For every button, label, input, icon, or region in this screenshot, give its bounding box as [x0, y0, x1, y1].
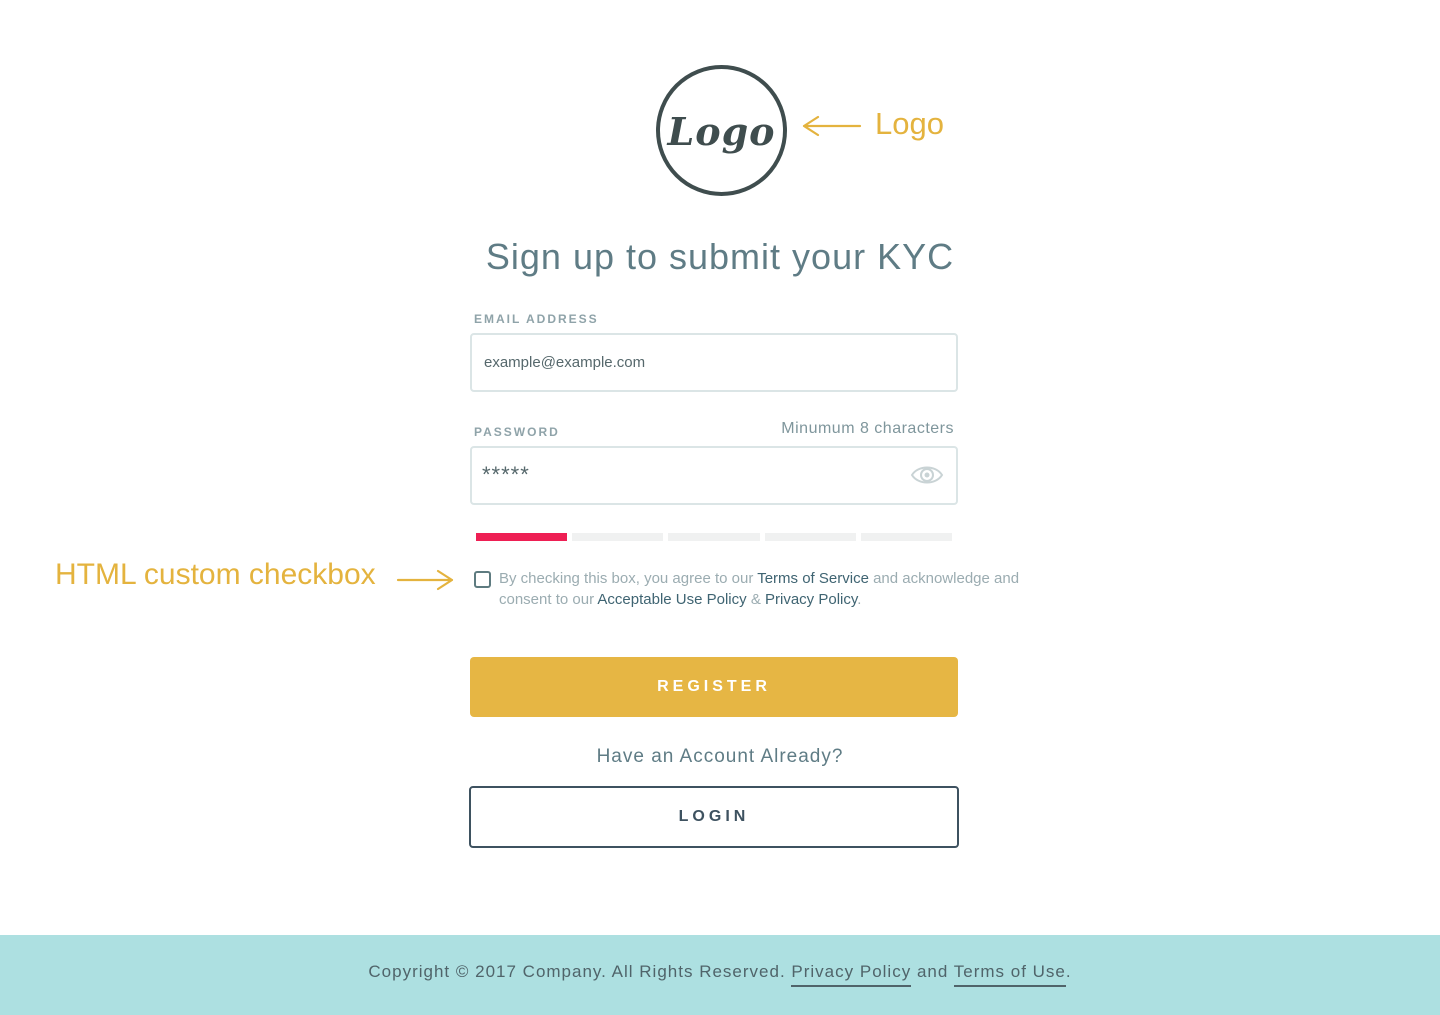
strength-segment [476, 533, 568, 541]
privacy-policy-link[interactable]: Privacy Policy [765, 591, 857, 608]
have-account-text: Have an Account Already? [596, 746, 844, 767]
strength-segment [668, 533, 760, 541]
strength-segment [860, 533, 953, 541]
terms-prefix: By checking this box, you agree to our [499, 570, 758, 587]
eye-icon[interactable] [910, 462, 944, 488]
acceptable-use-policy-link[interactable]: Acceptable Use Policy [597, 591, 746, 608]
password-hint: Minumum 8 characters [781, 420, 954, 437]
annotation-arrow-right-icon [396, 569, 454, 591]
password-field[interactable]: ***** [470, 446, 958, 505]
footer-text: Copyright © 2017 Company. All Rights Res… [0, 962, 1440, 987]
password-label: PASSWORD [474, 425, 560, 439]
terms-of-service-link[interactable]: Terms of Service [757, 570, 869, 587]
email-label: EMAIL ADDRESS [474, 312, 599, 326]
strength-segment [572, 533, 664, 541]
terms-suffix: . [857, 591, 862, 608]
terms-amp: & [746, 591, 765, 608]
page-title: Sign up to submit your KYC [485, 236, 955, 277]
footer: Copyright © 2017 Company. All Rights Res… [0, 935, 1440, 1015]
email-field[interactable] [484, 335, 904, 390]
footer-privacy-policy-link[interactable]: Privacy Policy [791, 962, 912, 987]
annotation-logo-label: Logo [875, 106, 944, 141]
footer-end: . [1065, 962, 1072, 981]
password-value: ***** [482, 462, 530, 487]
annotation-arrow-left-icon [802, 115, 862, 137]
register-button[interactable]: REGISTER [470, 657, 958, 717]
email-field-box [470, 333, 958, 392]
terms-checkbox[interactable] [474, 571, 491, 588]
password-strength-meter [476, 533, 953, 541]
terms-text: By checking this box, you agree to our T… [499, 568, 1039, 610]
footer-copyright: Copyright © 2017 Company. All Rights Res… [368, 962, 792, 981]
logo: Logo [656, 65, 787, 196]
login-button[interactable]: LOGIN [469, 786, 959, 848]
annotation-checkbox-label: HTML custom checkbox [55, 558, 376, 591]
strength-segment [764, 533, 856, 541]
logo-text: Logo [667, 109, 776, 154]
footer-terms-of-use-link[interactable]: Terms of Use [953, 962, 1066, 987]
footer-and: and [911, 962, 954, 981]
